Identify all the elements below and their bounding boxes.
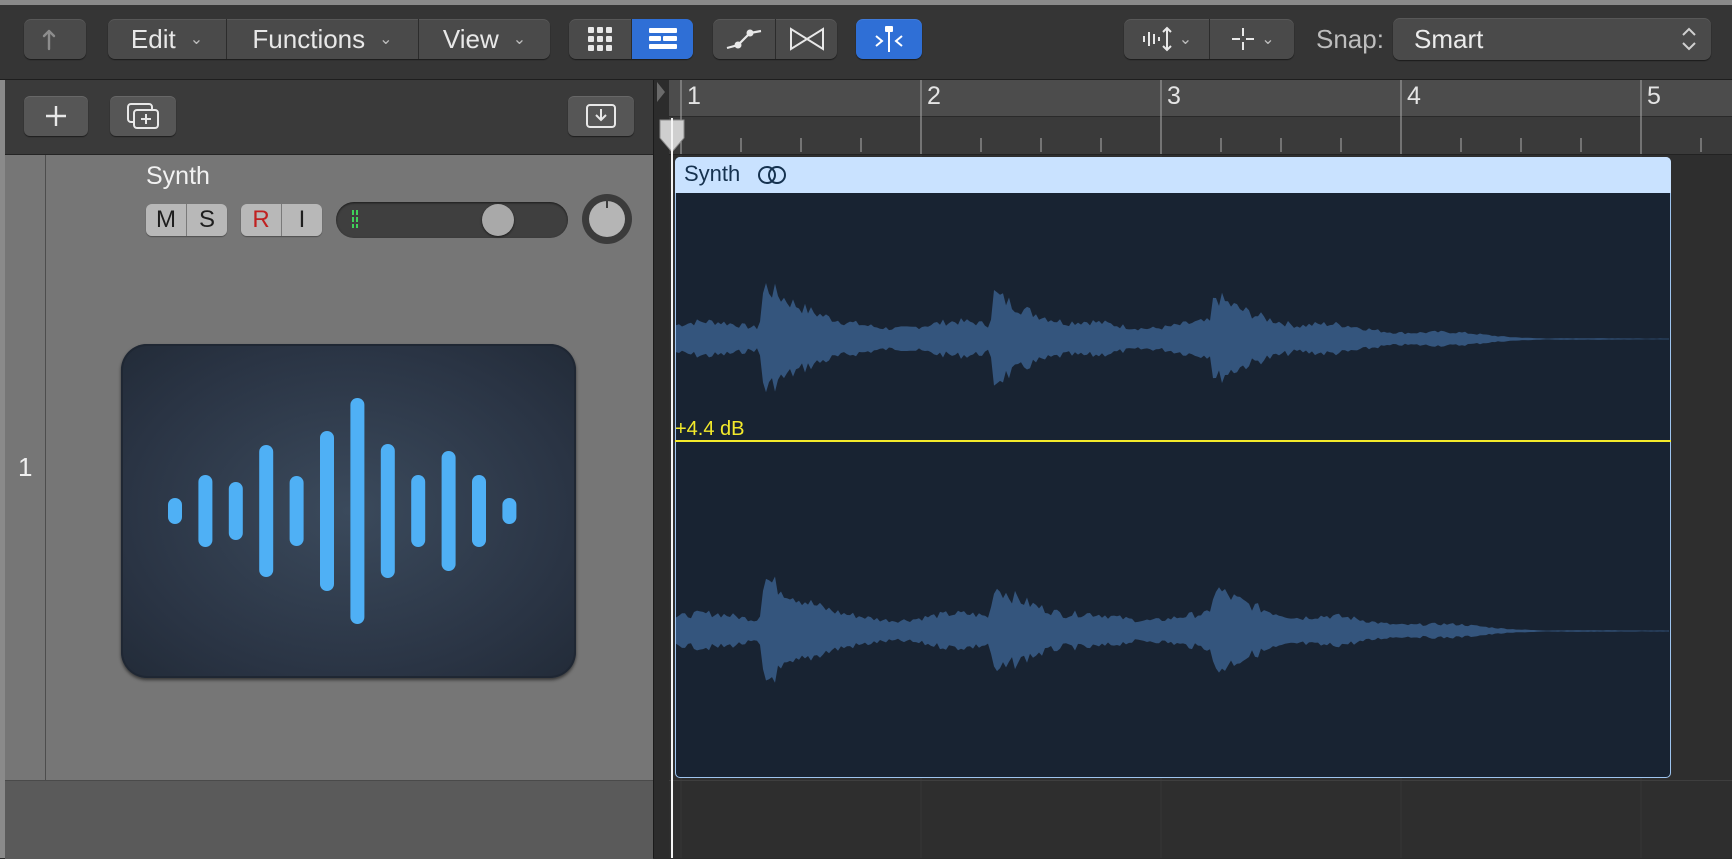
icon-bar — [441, 451, 456, 571]
solo-button[interactable]: S — [186, 204, 227, 236]
up-arrow-icon — [42, 29, 56, 51]
edit-menu[interactable]: Edit ⌄ — [108, 19, 226, 59]
plus-icon — [46, 106, 66, 126]
chevron-down-icon: ⌄ — [1178, 31, 1193, 48]
track-number: 1 — [18, 452, 33, 482]
inspector-button[interactable] — [631, 19, 693, 59]
menu-segment: Edit ⌄ Functions ⌄ View ⌄ — [108, 19, 550, 59]
zoom-segment: ⌄ ⌄ — [1124, 19, 1294, 59]
track-list-empty-area[interactable] — [5, 780, 653, 859]
playhead-line[interactable] — [671, 118, 673, 858]
automation-icon — [726, 29, 762, 50]
flex-icon — [789, 27, 824, 51]
snap-label: Snap: — [1316, 24, 1384, 54]
download-region-button[interactable] — [568, 96, 634, 136]
pan-indicator — [606, 198, 608, 208]
mute-solo-group: M S — [146, 204, 227, 236]
track-list-header — [5, 80, 653, 155]
waveform-channel — [676, 576, 1669, 683]
record-enable-button[interactable]: R — [241, 204, 281, 236]
region-gain-line[interactable] — [675, 440, 1671, 442]
cycle-marker-icon — [655, 80, 667, 104]
bar-number: 4 — [1407, 82, 1421, 110]
flex-button[interactable] — [775, 19, 837, 59]
waveform-zoom-icon — [1142, 26, 1172, 52]
input-monitor-button[interactable]: I — [281, 204, 322, 236]
bar-number: 5 — [1647, 82, 1661, 110]
icon-bar — [198, 475, 213, 547]
edit-menu-label: Edit — [130, 23, 176, 54]
icon-bar — [259, 445, 274, 577]
record-input-group: R I — [241, 204, 322, 236]
ruler-ticks — [680, 80, 1702, 154]
level-meter — [352, 210, 358, 228]
chevron-down-icon: ⌄ — [1261, 31, 1275, 48]
waveform-channel — [676, 283, 1669, 393]
pointer-tool-button[interactable]: ⌄ — [1209, 19, 1294, 59]
icon-bar — [472, 475, 486, 547]
volume-slider-thumb[interactable] — [482, 204, 514, 236]
icon-bar — [320, 431, 334, 591]
mute-button[interactable]: M — [146, 204, 186, 236]
view-menu[interactable]: View ⌄ — [418, 19, 550, 59]
back-button[interactable] — [24, 19, 86, 59]
waveform-icon — [168, 398, 517, 624]
region-header[interactable] — [675, 157, 1671, 193]
bar-number: 3 — [1167, 82, 1181, 110]
list-icon — [648, 28, 677, 49]
audio-waveform — [676, 283, 1669, 683]
download-tray-icon — [586, 104, 616, 128]
library-grid-button[interactable] — [569, 19, 631, 59]
track-separator — [669, 780, 1732, 781]
duplicate-track-icon — [127, 103, 159, 129]
icon-bar — [168, 498, 182, 524]
add-track-button[interactable] — [24, 96, 88, 136]
icon-bar — [289, 476, 304, 546]
playhead-catch-icon — [875, 26, 903, 52]
region-name: Synth — [684, 161, 741, 186]
automation-segment — [713, 19, 837, 59]
automation-button[interactable] — [713, 19, 775, 59]
track-name[interactable]: Synth — [146, 162, 210, 191]
crosshair-icon — [1232, 28, 1255, 50]
updown-chevron-icon — [1680, 24, 1698, 54]
stereo-link-icon — [757, 164, 787, 186]
icon-bar — [411, 475, 426, 547]
chevron-down-icon: ⌄ — [512, 31, 527, 48]
bar-number: 1 — [687, 82, 701, 110]
functions-menu[interactable]: Functions ⌄ — [226, 19, 418, 59]
duplicate-track-button[interactable] — [110, 96, 176, 136]
bar-number: 2 — [927, 82, 941, 110]
icon-bar — [380, 444, 395, 578]
pane-divider[interactable] — [653, 80, 670, 858]
icon-bar — [502, 498, 517, 524]
icon-bar — [350, 398, 365, 624]
chevron-down-icon: ⌄ — [189, 31, 204, 48]
icon-bar — [228, 482, 243, 540]
region-gain-label: +4.4 dB — [675, 418, 745, 440]
chevron-down-icon: ⌄ — [379, 31, 393, 48]
grid-icon — [588, 27, 612, 51]
catch-playhead-button[interactable] — [856, 19, 922, 59]
snap-value: Smart — [1414, 24, 1484, 54]
view-toggle-segment — [569, 19, 693, 59]
view-menu-label: View — [442, 23, 499, 54]
functions-menu-label: Functions — [252, 23, 366, 54]
track-icon-tile[interactable] — [121, 344, 576, 678]
volume-slider[interactable] — [336, 202, 568, 238]
waveform-zoom-button[interactable]: ⌄ — [1124, 19, 1209, 59]
